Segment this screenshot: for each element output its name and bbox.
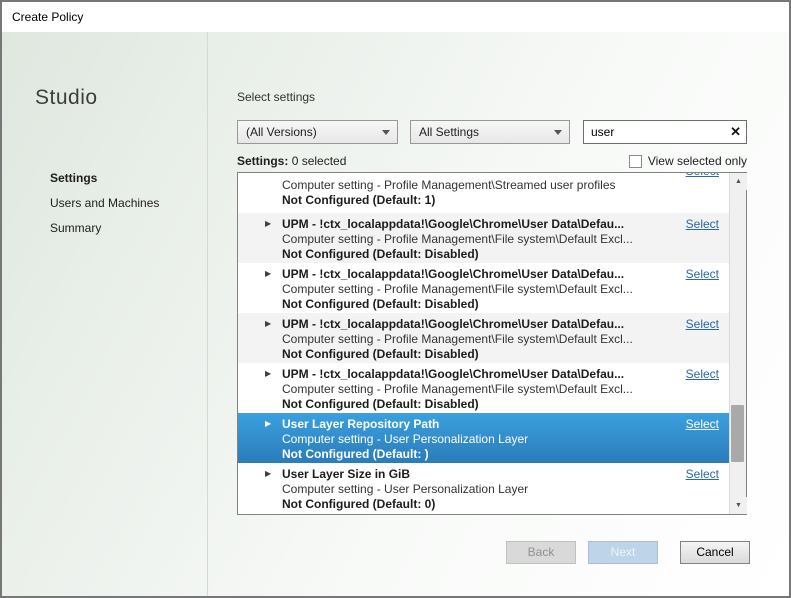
setting-row-partial[interactable]: Computer setting - Profile Management\St… (238, 173, 729, 213)
cancel-button[interactable]: Cancel (680, 541, 750, 564)
settings-count-label: Settings: (237, 154, 288, 168)
setting-title: User Layer Repository Path (282, 417, 439, 431)
setting-row-selected[interactable]: ▶ User Layer Repository Path Computer se… (238, 413, 729, 463)
setting-title: UPM - !ctx_localappdata!\Google\Chrome\U… (282, 367, 624, 381)
create-policy-window: Create Policy Studio Settings Users and … (0, 0, 791, 598)
view-selected-only-checkbox[interactable] (629, 155, 642, 168)
settings-category-dropdown[interactable]: All Settings (410, 120, 570, 144)
search-box: ✕ (583, 120, 747, 144)
setting-title: UPM - !ctx_localappdata!\Google\Chrome\U… (282, 217, 624, 231)
setting-status: Not Configured (Default: 1) (282, 193, 435, 207)
expand-icon[interactable]: ▶ (265, 369, 271, 378)
setting-row[interactable]: ▶ UPM - !ctx_localappdata!\Google\Chrome… (238, 363, 729, 413)
titlebar: Create Policy (2, 2, 789, 32)
setting-status: Not Configured (Default: 0) (282, 497, 435, 511)
expand-icon[interactable]: ▶ (265, 219, 271, 228)
setting-detail: Computer setting - Profile Management\St… (282, 178, 616, 192)
next-button[interactable]: Next (588, 541, 658, 564)
sidebar-item-users-and-machines[interactable]: Users and Machines (2, 191, 207, 216)
back-button[interactable]: Back (506, 541, 576, 564)
setting-status: Not Configured (Default: Disabled) (282, 247, 479, 261)
wizard-nav: Settings Users and Machines Summary (2, 166, 207, 241)
setting-status: Not Configured (Default: Disabled) (282, 297, 479, 311)
select-link[interactable]: Select (686, 173, 719, 178)
select-link[interactable]: Select (686, 417, 719, 431)
select-link[interactable]: Select (686, 267, 719, 281)
sidebar: Studio Settings Users and Machines Summa… (2, 32, 208, 596)
setting-detail: Computer setting - Profile Management\Fi… (282, 382, 633, 396)
select-link[interactable]: Select (686, 367, 719, 381)
scroll-up-icon[interactable]: ▲ (730, 173, 747, 190)
setting-detail: Computer setting - User Personalization … (282, 432, 528, 446)
status-row: Settings: 0 selected View selected only (237, 154, 747, 170)
settings-category-value: All Settings (419, 125, 479, 139)
studio-logo: Studio (35, 86, 98, 110)
settings-list-viewport: Computer setting - Profile Management\St… (238, 173, 729, 514)
expand-icon[interactable]: ▶ (265, 419, 271, 428)
setting-title: UPM - !ctx_localappdata!\Google\Chrome\U… (282, 267, 624, 281)
setting-detail: Computer setting - Profile Management\Fi… (282, 332, 633, 346)
setting-detail: Computer setting - Profile Management\Fi… (282, 282, 633, 296)
setting-row[interactable]: ▶ UPM - !ctx_localappdata!\Google\Chrome… (238, 213, 729, 263)
sidebar-item-summary[interactable]: Summary (2, 216, 207, 241)
setting-status: Not Configured (Default: Disabled) (282, 347, 479, 361)
selected-count: Settings: 0 selected (237, 154, 346, 168)
setting-detail: Computer setting - User Personalization … (282, 482, 528, 496)
settings-count-value: 0 selected (292, 154, 347, 168)
setting-status: Not Configured (Default: ) (282, 447, 429, 461)
chevron-down-icon (382, 130, 390, 135)
scrollbar[interactable]: ▲ ▼ (729, 173, 746, 514)
setting-title: UPM - !ctx_localappdata!\Google\Chrome\U… (282, 317, 624, 331)
page-title: Select settings (237, 90, 315, 104)
setting-row[interactable]: ▶ UPM - !ctx_localappdata!\Google\Chrome… (238, 263, 729, 313)
scrollbar-thumb[interactable] (731, 405, 744, 462)
view-selected-only-group: View selected only (629, 154, 747, 168)
clear-search-icon[interactable]: ✕ (730, 124, 741, 140)
setting-row[interactable]: ▶ User Layer Size in GiB Computer settin… (238, 463, 729, 513)
expand-icon[interactable]: ▶ (265, 319, 271, 328)
chevron-down-icon (554, 130, 562, 135)
setting-detail: Computer setting - Profile Management\Fi… (282, 232, 633, 246)
dialog-content: Studio Settings Users and Machines Summa… (2, 32, 789, 596)
version-dropdown[interactable]: (All Versions) (237, 120, 398, 144)
window-title: Create Policy (12, 10, 83, 24)
main-panel: Select settings (All Versions) All Setti… (209, 32, 789, 596)
setting-row[interactable]: ▶ UPM - !ctx_localappdata!\Google\Chrome… (238, 313, 729, 363)
expand-icon[interactable]: ▶ (265, 269, 271, 278)
expand-icon[interactable]: ▶ (265, 469, 271, 478)
select-link[interactable]: Select (686, 217, 719, 231)
sidebar-item-settings[interactable]: Settings (2, 166, 207, 191)
version-dropdown-value: (All Versions) (246, 125, 317, 139)
select-link[interactable]: Select (686, 317, 719, 331)
setting-status: Not Configured (Default: Disabled) (282, 397, 479, 411)
settings-list: Computer setting - Profile Management\St… (237, 172, 747, 515)
search-input[interactable] (584, 121, 722, 143)
scroll-down-icon[interactable]: ▼ (730, 497, 747, 514)
view-selected-only-label: View selected only (648, 154, 747, 168)
select-link[interactable]: Select (686, 467, 719, 481)
setting-title: User Layer Size in GiB (282, 467, 410, 481)
